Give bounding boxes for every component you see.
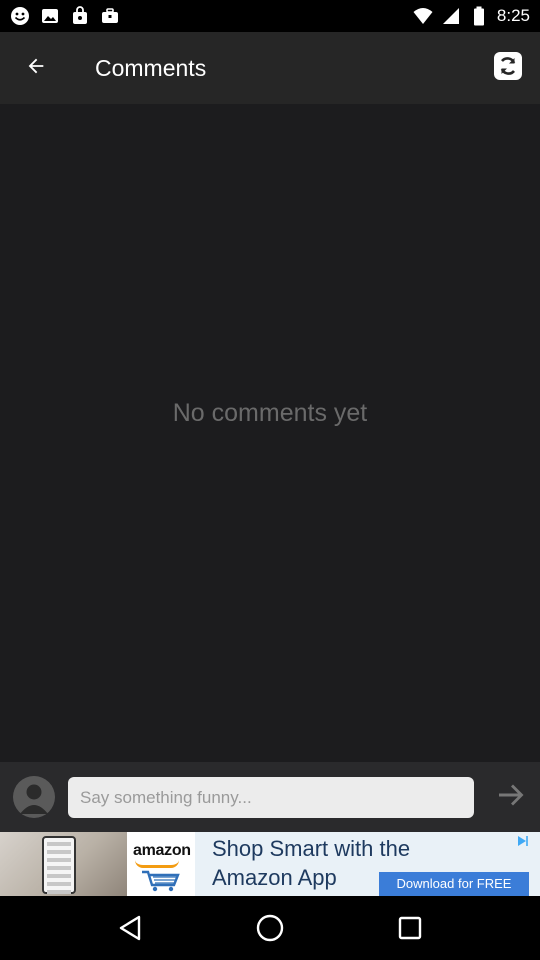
emoji-icon xyxy=(10,6,30,26)
user-avatar-icon xyxy=(13,776,55,818)
notification-icons xyxy=(10,6,120,26)
system-navigation-bar xyxy=(0,896,540,960)
signal-icon xyxy=(441,6,461,26)
nav-back-button[interactable] xyxy=(100,898,160,958)
nav-recents-button[interactable] xyxy=(380,898,440,958)
refresh-button[interactable] xyxy=(486,46,530,90)
nav-home-button[interactable] xyxy=(240,898,300,958)
comments-list: No comments yet xyxy=(0,104,540,762)
back-button[interactable] xyxy=(0,32,72,104)
bag-icon xyxy=(70,6,90,26)
ad-download-button[interactable]: Download for FREE xyxy=(379,872,529,896)
briefcase-icon xyxy=(100,6,120,26)
back-triangle-icon xyxy=(119,915,141,941)
battery-icon xyxy=(469,6,489,26)
ad-banner[interactable]: amazon Shop Smart with the Amazon App Do… xyxy=(0,832,540,896)
recents-square-icon xyxy=(398,916,422,940)
ad-headline-line1: Shop Smart with the xyxy=(212,836,411,861)
avatar xyxy=(13,776,55,818)
app-bar: Comments xyxy=(0,32,540,104)
arrow-right-icon xyxy=(497,783,525,812)
ad-brand-name: amazon xyxy=(133,842,191,859)
empty-state-message: No comments yet xyxy=(172,399,368,427)
arrow-left-icon xyxy=(25,55,47,82)
send-button[interactable] xyxy=(496,784,526,810)
ad-brand-logo: amazon xyxy=(127,832,195,896)
system-icons: 8:25 xyxy=(413,6,530,26)
ad-choices-icon[interactable] xyxy=(514,834,536,848)
wifi-icon xyxy=(413,6,433,26)
status-bar: 8:25 xyxy=(0,0,540,32)
refresh-icon xyxy=(493,51,523,86)
shopping-cart-icon xyxy=(142,870,180,892)
home-circle-icon xyxy=(256,914,284,942)
comment-input[interactable] xyxy=(68,777,474,818)
image-icon xyxy=(40,6,60,26)
page-title: Comments xyxy=(95,55,207,81)
ad-phone-image xyxy=(0,832,127,896)
amazon-smile-icon xyxy=(135,860,179,868)
comment-composer xyxy=(0,762,540,832)
status-time: 8:25 xyxy=(496,6,530,25)
